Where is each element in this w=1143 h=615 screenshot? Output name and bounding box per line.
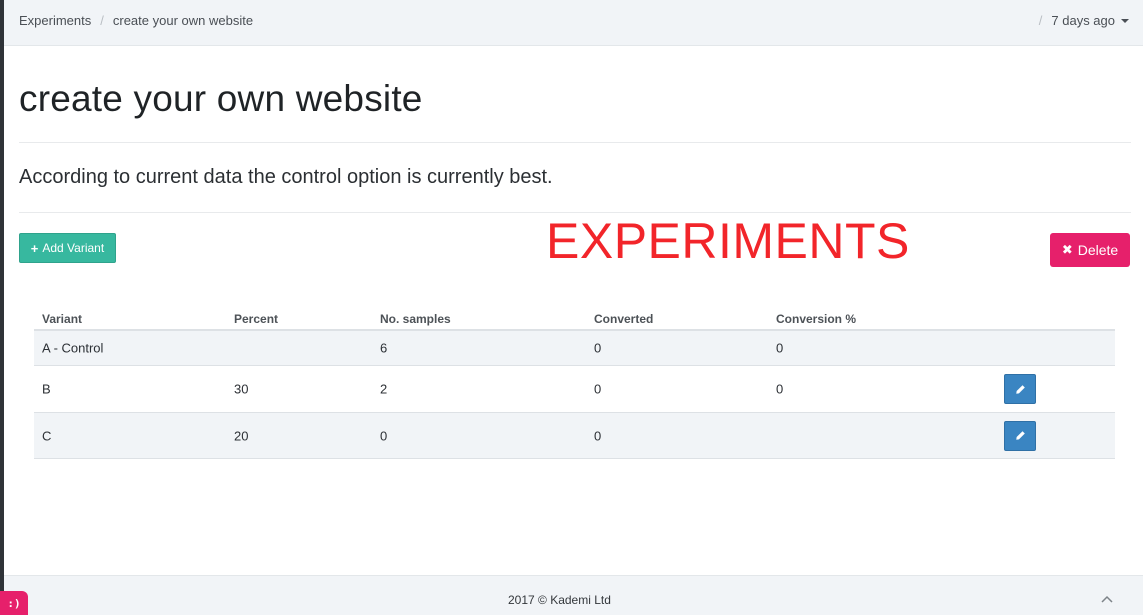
delete-label: Delete xyxy=(1077,242,1119,258)
time-dropdown[interactable]: / 7 days ago xyxy=(1039,13,1129,28)
cell-percent: 20 xyxy=(234,428,249,443)
column-header-samples: No. samples xyxy=(380,312,451,326)
cell-samples: 0 xyxy=(380,428,388,443)
smiley-badge[interactable]: :) xyxy=(0,591,28,615)
footer-copyright: 2017 © Kademi Ltd xyxy=(508,593,611,607)
times-icon: ✖ xyxy=(1061,242,1073,257)
cell-variant: C xyxy=(42,428,52,443)
cell-conversion: 0 xyxy=(776,340,784,356)
divider xyxy=(19,142,1131,143)
table-row: C 20 0 0 xyxy=(34,413,1115,459)
experiments-annotation: EXPERIMENTS xyxy=(546,213,910,269)
chevron-up-icon[interactable] xyxy=(1101,590,1113,608)
page-title: create your own website xyxy=(19,78,423,119)
footer: 2017 © Kademi Ltd xyxy=(4,575,1143,615)
variants-table: Variant Percent No. samples Converted Co… xyxy=(34,296,1115,459)
table-header: Variant Percent No. samples Converted Co… xyxy=(34,296,1115,331)
summary-text: According to current data the control op… xyxy=(19,166,553,188)
cell-samples: 6 xyxy=(380,340,388,356)
caret-down-icon[interactable] xyxy=(1121,18,1129,23)
add-variant-button[interactable]: + Add Variant xyxy=(19,233,116,263)
column-header-variant: Variant xyxy=(42,312,83,326)
left-edge-strip xyxy=(0,0,4,615)
table-row: B 30 2 0 0 xyxy=(34,366,1115,413)
pencil-icon xyxy=(1015,384,1025,394)
cell-percent: 30 xyxy=(234,381,249,397)
column-header-converted: Converted xyxy=(594,312,654,326)
table-row: A - Control 6 0 0 xyxy=(34,331,1115,366)
breadcrumb-experiments-link[interactable]: Experiments xyxy=(19,13,91,28)
breadcrumb: Experiments / create your own website xyxy=(19,13,253,28)
cell-converted: 0 xyxy=(594,381,602,397)
edit-variant-button[interactable] xyxy=(1004,374,1036,404)
plus-icon: + xyxy=(30,240,39,256)
column-header-conversion: Conversion % xyxy=(776,312,857,326)
breadcrumb-current: create your own website xyxy=(112,13,254,28)
cell-variant: B xyxy=(42,381,51,397)
pencil-icon xyxy=(1015,431,1025,440)
cell-samples: 2 xyxy=(380,381,388,397)
add-variant-label: Add Variant xyxy=(42,241,105,255)
breadcrumb-separator: / xyxy=(100,13,104,28)
cell-converted: 0 xyxy=(594,428,602,443)
cell-conversion: 0 xyxy=(776,381,784,397)
top-separator: / xyxy=(1038,13,1043,28)
cell-converted: 0 xyxy=(594,340,602,356)
time-label[interactable]: 7 days ago xyxy=(1051,13,1115,28)
cell-variant: A - Control xyxy=(42,340,104,356)
delete-button[interactable]: ✖ Delete xyxy=(1050,233,1130,267)
column-header-percent: Percent xyxy=(234,312,279,326)
top-bar: Experiments / create your own website / … xyxy=(4,0,1143,46)
edit-variant-button[interactable] xyxy=(1004,420,1036,451)
